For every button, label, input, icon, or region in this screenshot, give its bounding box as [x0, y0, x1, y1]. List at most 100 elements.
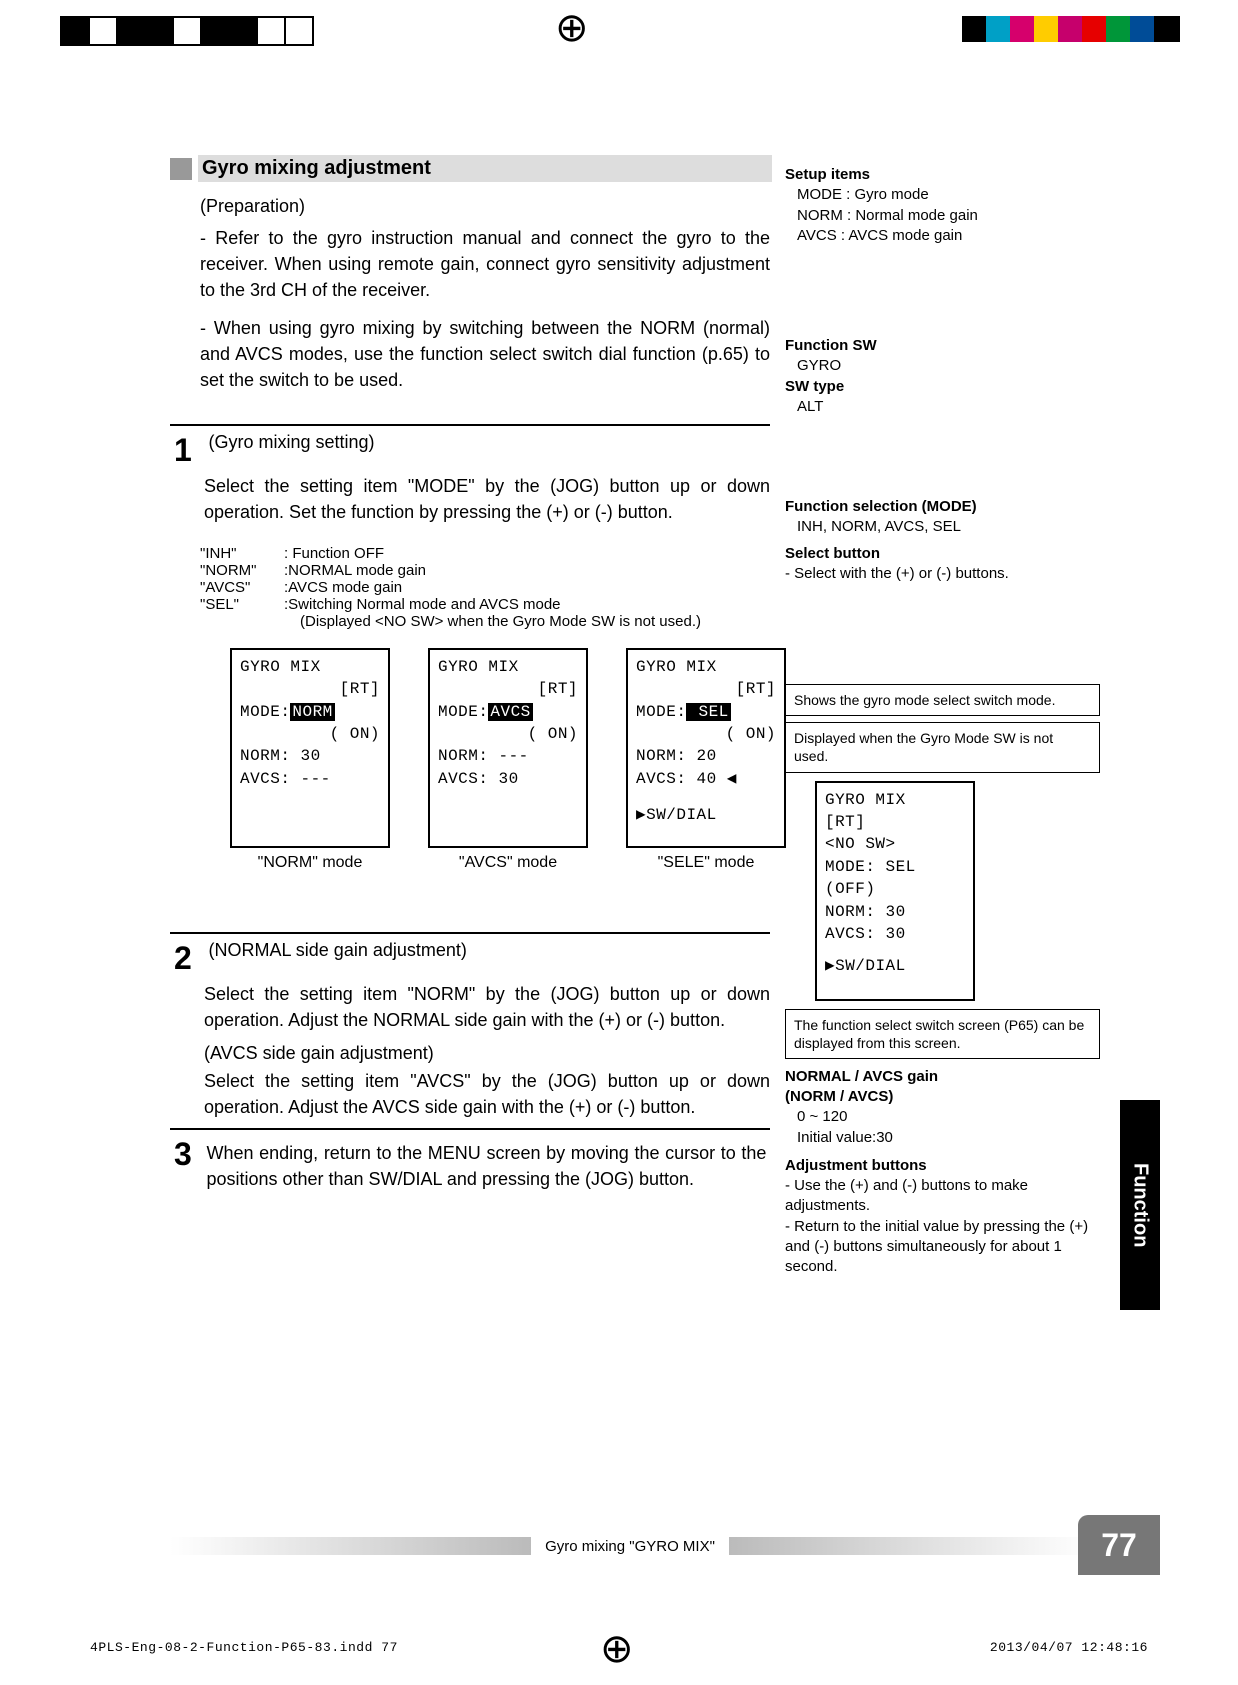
def-norm-v: :NORMAL mode gain — [284, 562, 770, 579]
lcd-line: [RT] — [825, 811, 965, 833]
lcd-line: [RT] — [636, 678, 776, 700]
lcd-line: NORM: 30 — [240, 745, 380, 767]
select-button-desc: - Select with the (+) or (-) buttons. — [785, 564, 1100, 584]
lcd-line: GYRO MIX — [240, 656, 380, 678]
imprint-right: 2013/04/07 12:48:16 — [990, 1640, 1148, 1655]
gain-heading: NORMAL / AVCS gain — [785, 1067, 1100, 1087]
lcd-caption-norm: "NORM" mode — [230, 854, 390, 872]
def-inh-v: : Function OFF — [284, 545, 770, 562]
lcd-line: (OFF) — [825, 878, 965, 900]
lcd-line: AVCS: 30 — [825, 923, 965, 945]
lcd-line: NORM: --- — [438, 745, 578, 767]
preparation-label: (Preparation) — [200, 196, 770, 217]
setup-norm: NORM : Normal mode gain — [797, 206, 1100, 226]
lcd-line: [RT] — [438, 678, 578, 700]
section-title: Gyro mixing adjustment — [198, 155, 772, 182]
lcd-line: AVCS: 30 — [438, 768, 578, 790]
lcd-line: AVCS: --- — [240, 768, 380, 790]
sw-type-value: ALT — [797, 397, 1100, 417]
lcd-highlight: ▶SW/DIAL — [825, 957, 906, 975]
step-3-body: When ending, return to the MENU screen b… — [206, 1140, 766, 1192]
function-sw-heading: Function SW — [785, 336, 1100, 356]
adjustment-heading: Adjustment buttons — [785, 1156, 1100, 1176]
step-2-body-1: Select the setting item "NORM" by the (J… — [204, 981, 770, 1033]
prep-para-2: - When using gyro mixing by switching be… — [200, 315, 770, 393]
lcd-line: MODE: — [240, 703, 290, 721]
callout-fss: The function select switch screen (P65) … — [785, 1009, 1100, 1059]
lcd-line: ( ON) — [636, 723, 776, 745]
lcd-line: MODE: — [438, 703, 488, 721]
mode-definitions: "INH": Function OFF "NORM":NORMAL mode g… — [200, 545, 770, 630]
def-inh-k: "INH" — [200, 545, 284, 562]
title-accent — [170, 158, 192, 180]
setup-mode: MODE : Gyro mode — [797, 185, 1100, 205]
lcd-line: NORM: 30 — [825, 901, 965, 923]
lcd-line: ( ON) — [240, 723, 380, 745]
footer-stripe-right — [729, 1537, 1090, 1555]
lcd-line: MODE: — [636, 703, 686, 721]
function-selection-heading: Function selection (MODE) — [785, 497, 1100, 517]
lcd-line: NORM: 20 — [636, 745, 776, 767]
lcd-highlight: NORM — [290, 703, 334, 721]
def-sel-k: "SEL" — [200, 596, 284, 613]
step-2-body-2: Select the setting item "AVCS" by the (J… — [204, 1068, 770, 1120]
divider — [170, 932, 770, 934]
footer-stripe-left — [170, 1537, 531, 1555]
setup-avcs: AVCS : AVCS mode gain — [797, 226, 1100, 246]
lcd-line: MODE: — [825, 858, 875, 876]
lcd-highlight: SEL — [875, 858, 915, 876]
reg-color-boxes — [962, 16, 1178, 47]
lcd-sele: GYRO MIX [RT] MODE: SEL ( ON) NORM: 20 A… — [626, 648, 786, 848]
adjustment-2: - Return to the initial value by pressin… — [785, 1217, 1100, 1278]
lcd-line: [RT] — [240, 678, 380, 700]
lcd-line: GYRO MIX — [438, 656, 578, 678]
divider — [170, 1128, 770, 1130]
def-norm-k: "NORM" — [200, 562, 284, 579]
def-avcs-k: "AVCS" — [200, 579, 284, 596]
lcd-caption-sele: "SELE" mode — [626, 854, 786, 872]
prep-para-1: - Refer to the gyro instruction manual a… — [200, 225, 770, 303]
lcd-line: ▶SW/DIAL — [636, 804, 776, 826]
step-2-number: 2 — [174, 940, 198, 977]
gain-range: 0 ~ 120 — [797, 1107, 1100, 1127]
sw-type-heading: SW type — [785, 377, 1100, 397]
def-sel-note: (Displayed <NO SW> when the Gyro Mode SW… — [300, 613, 770, 630]
step-2-title: (NORMAL side gain adjustment) — [208, 940, 466, 960]
divider — [170, 424, 770, 426]
lcd-highlight: AVCS — [488, 703, 532, 721]
gain-initial: Initial value:30 — [797, 1128, 1100, 1148]
step-3-number: 3 — [174, 1136, 198, 1173]
lcd-side: GYRO MIX [RT] <NO SW> MODE: SEL (OFF) NO… — [815, 781, 975, 1001]
imprint-left: 4PLS-Eng-08-2-Function-P65-83.indd 77 — [90, 1640, 398, 1655]
footer-label: Gyro mixing "GYRO MIX" — [531, 1538, 729, 1555]
reg-left-boxes — [60, 16, 312, 51]
callout-no-sw: Displayed when the Gyro Mode SW is not u… — [785, 722, 1100, 772]
lcd-line: ( ON) — [438, 723, 578, 745]
def-avcs-v: :AVCS mode gain — [284, 579, 770, 596]
reg-cross-bottom: ⊕ — [600, 1629, 634, 1669]
lcd-line: GYRO MIX — [825, 789, 965, 811]
lcd-highlight: <NO SW> — [825, 835, 896, 853]
lcd-highlight: SEL — [686, 703, 730, 721]
setup-items-heading: Setup items — [785, 165, 1100, 185]
function-sw-value: GYRO — [797, 356, 1100, 376]
function-tab: Function — [1120, 1100, 1160, 1310]
gain-heading-2: (NORM / AVCS) — [785, 1087, 1100, 1107]
step-1-body: Select the setting item "MODE" by the (J… — [204, 473, 770, 525]
def-sel-v: :Switching Normal mode and AVCS mode — [284, 596, 770, 613]
lcd-avcs: GYRO MIX [RT] MODE:AVCS ( ON) NORM: --- … — [428, 648, 588, 848]
step-2-subtitle: (AVCS side gain adjustment) — [204, 1043, 770, 1064]
callout-gyro-mode: Shows the gyro mode select switch mode. — [785, 684, 1100, 716]
step-1-number: 1 — [174, 432, 198, 469]
lcd-caption-avcs: "AVCS" mode — [428, 854, 588, 872]
lcd-line: AVCS: 40 ◀ — [636, 768, 776, 790]
lcd-norm: GYRO MIX [RT] MODE:NORM ( ON) NORM: 30 A… — [230, 648, 390, 848]
function-selection-value: INH, NORM, AVCS, SEL — [797, 517, 1100, 537]
lcd-line: GYRO MIX — [636, 656, 776, 678]
page-number: 77 — [1078, 1515, 1160, 1575]
registration-strip: ⊕ — [0, 8, 1238, 58]
adjustment-1: - Use the (+) and (-) buttons to make ad… — [785, 1176, 1100, 1217]
step-1-title: (Gyro mixing setting) — [208, 432, 374, 452]
reg-cross-top: ⊕ — [555, 8, 589, 48]
select-button-heading: Select button — [785, 544, 1100, 564]
